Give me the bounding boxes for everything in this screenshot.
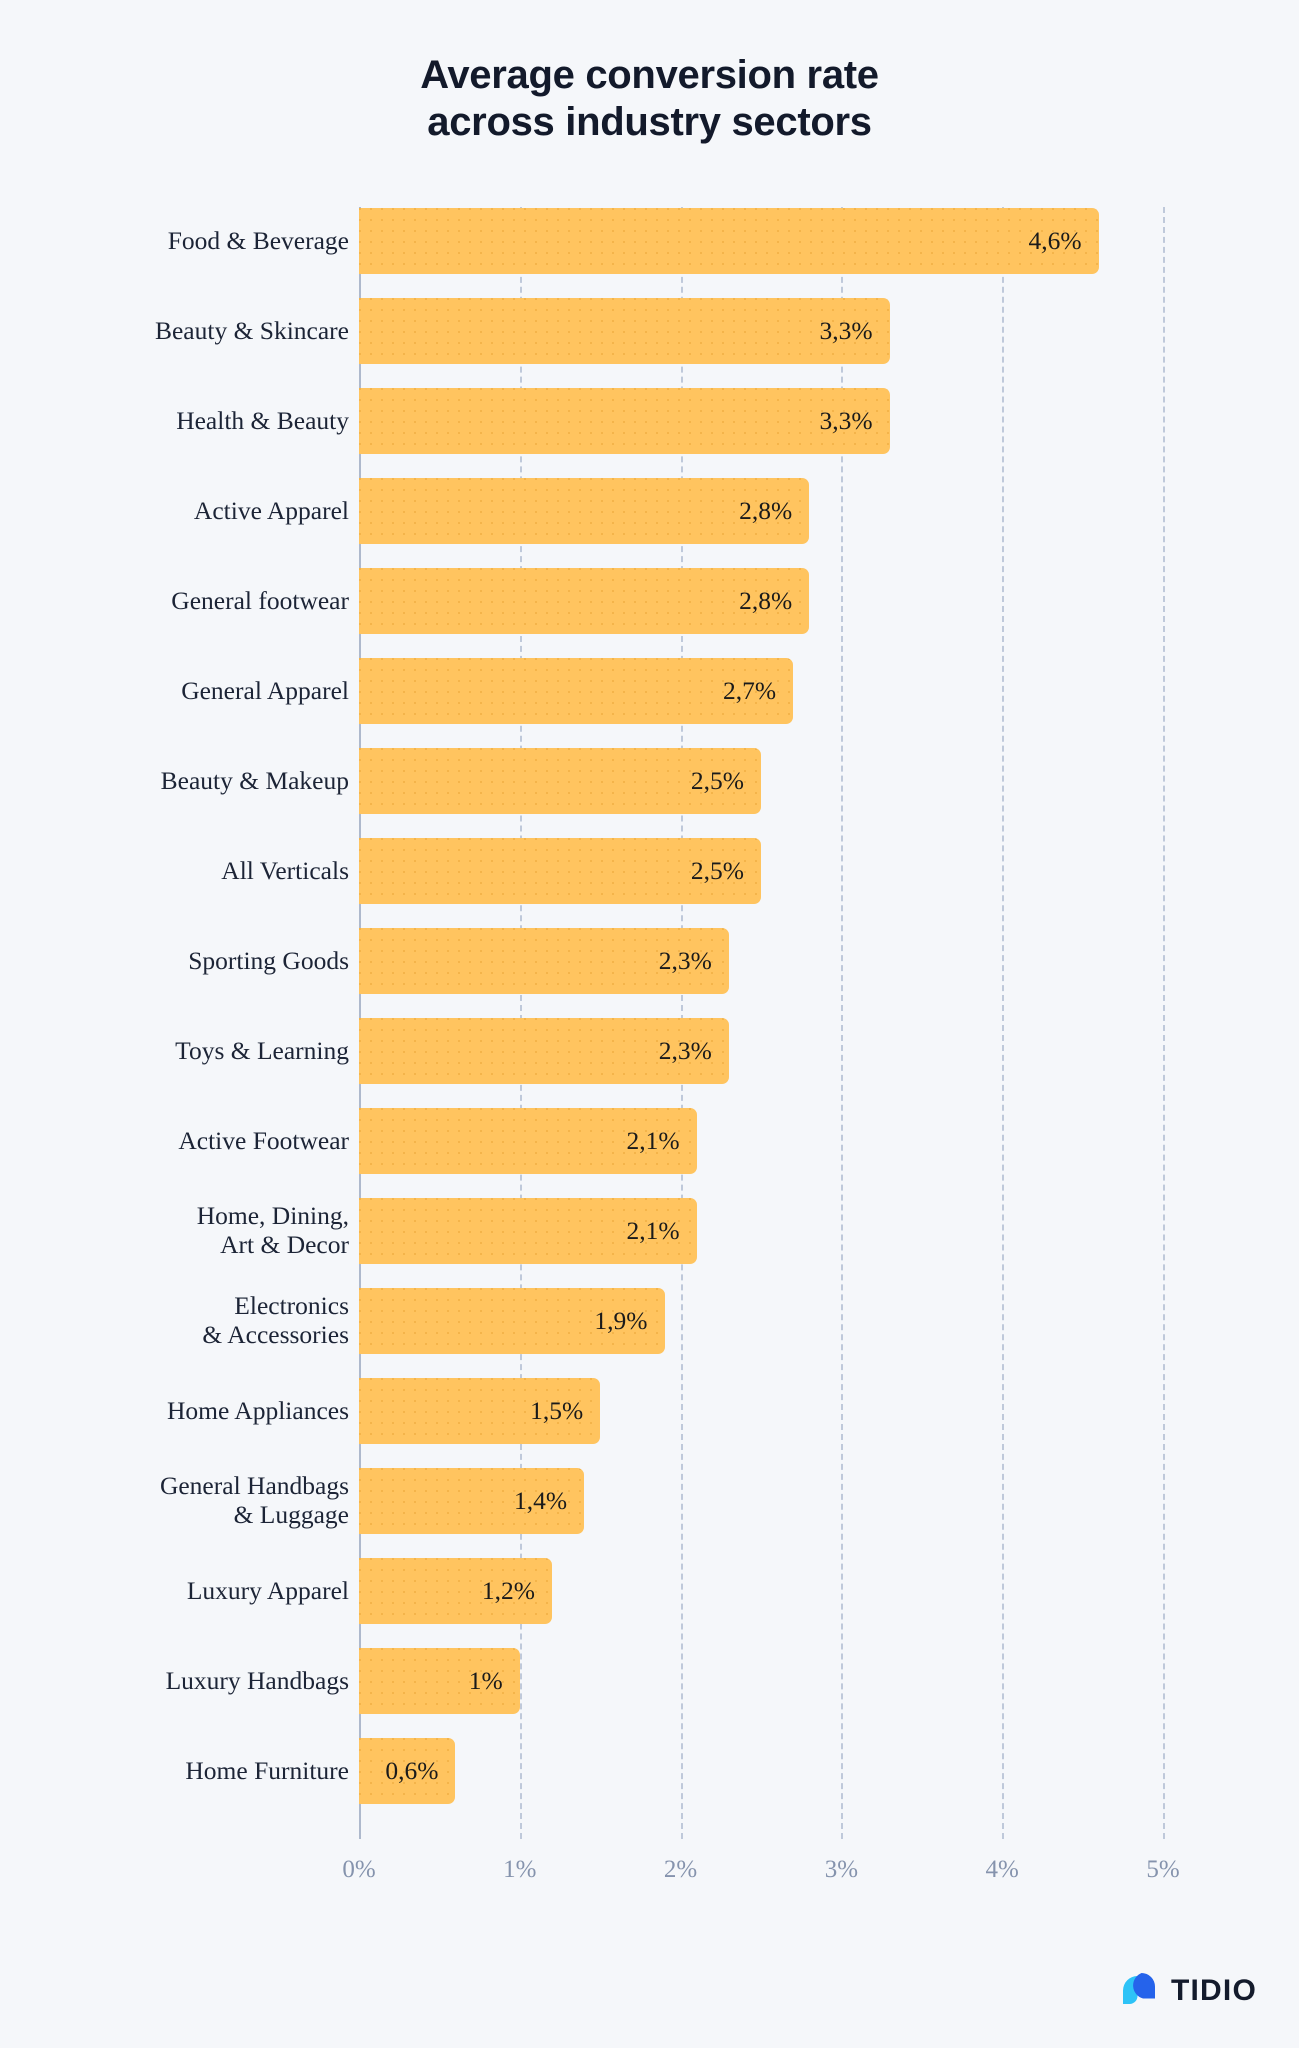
category-label: Active Footwear (178, 1125, 349, 1155)
x-axis-tick: 3% (824, 1856, 859, 1883)
category-label: All Verticals (221, 855, 349, 885)
category-label: Home Furniture (185, 1755, 349, 1785)
bar-value-label: 3,3% (819, 406, 873, 435)
category-label: Sporting Goods (188, 945, 349, 975)
category-label: General Handbags & Luggage (159, 1471, 349, 1529)
x-axis-tick: 5% (1146, 1856, 1180, 1883)
bar-row: Beauty & Makeup 2,5% (0, 748, 1299, 814)
category-label: Beauty & Skincare (154, 315, 349, 345)
category-label: Home, Dining, Art & Decor (196, 1201, 349, 1259)
bar-row: Active Footwear 2,1% (0, 1108, 1299, 1174)
bar-row: Beauty & Skincare 3,3% (0, 298, 1299, 364)
bar-row: Home, Dining, Art & Decor 2,1% (0, 1198, 1299, 1264)
bar[interactable]: 2,3% (359, 1018, 729, 1084)
bar-value-label: 1,4% (513, 1486, 568, 1515)
bar[interactable]: 3,3% (359, 298, 890, 364)
bar-row: Electronics & Accessories 1,9% (0, 1288, 1299, 1354)
category-label: General Apparel (181, 675, 349, 705)
bar-rows: Food & Beverage 4,6% Beauty & Skincare 3,3%… (0, 208, 1299, 1838)
bar-row: General footwear 2,8% (0, 568, 1299, 634)
tidio-chat-bubble-icon (1119, 1972, 1160, 2010)
bar[interactable]: 3,3% (359, 388, 890, 454)
bar-row: General Handbags & Luggage 1,4% (0, 1468, 1299, 1534)
tidio-logo-text: TIDIO (1171, 1974, 1257, 2007)
bar-value-label: 2,7% (723, 676, 777, 705)
bar-value-label: 2,8% (739, 496, 793, 525)
bar[interactable]: 2,5% (359, 748, 761, 814)
bar[interactable]: 2,8% (359, 478, 810, 544)
category-label: Food & Beverage (167, 225, 349, 255)
x-axis-tick: 0% (342, 1856, 376, 1883)
bar-value-label: 1,5% (530, 1396, 584, 1425)
bar-value-label: 1,9% (594, 1306, 648, 1335)
bar-value-label: 1% (468, 1666, 503, 1695)
bar-value-label: 2,5% (690, 856, 744, 885)
category-label: Health & Beauty (176, 405, 349, 435)
bar[interactable]: 1,5% (359, 1378, 601, 1444)
category-label: Electronics & Accessories (202, 1291, 349, 1349)
bar-row: Luxury Apparel 1,2% (0, 1558, 1299, 1624)
bar[interactable]: 1,2% (359, 1558, 552, 1624)
bar[interactable]: 2,8% (359, 568, 810, 634)
bar-row: General Apparel 2,7% (0, 658, 1299, 724)
category-label: Beauty & Makeup (160, 765, 349, 795)
bar-row: Sporting Goods 2,3% (0, 928, 1299, 994)
bar-value-label: 2,8% (739, 586, 793, 615)
bar[interactable]: 1,4% (359, 1468, 585, 1534)
category-label: Home Appliances (167, 1395, 349, 1425)
x-axis-tick: 1% (503, 1856, 537, 1883)
bar-row: Toys & Learning 2,3% (0, 1018, 1299, 1084)
bar[interactable]: 1% (359, 1648, 520, 1714)
bar-row: All Verticals 2,5% (0, 838, 1299, 904)
bar-value-label: 2,1% (626, 1126, 680, 1155)
bar-value-label: 4,6% (1028, 226, 1082, 255)
bar[interactable]: 0,6% (359, 1738, 456, 1804)
bar-chart: Food & Beverage 4,6% Beauty & Skincare 3,3%… (0, 0, 1299, 2048)
bar-value-label: 1,2% (481, 1576, 535, 1605)
tidio-logo[interactable]: TIDIO (1119, 1972, 1257, 2010)
chart-page: Average conversion rate across industry … (0, 0, 1299, 2048)
bar-value-label: 2,5% (690, 766, 744, 795)
bar-value-label: 2,3% (658, 946, 712, 975)
bar[interactable]: 2,5% (359, 838, 761, 904)
bar[interactable]: 2,1% (359, 1198, 697, 1264)
category-label: Luxury Apparel (186, 1575, 349, 1605)
x-axis-tick: 4% (985, 1856, 1019, 1883)
bar-row: Health & Beauty 3,3% (0, 388, 1299, 454)
bar-value-label: 3,3% (819, 316, 873, 345)
category-label: General footwear (171, 585, 349, 615)
bar-value-label: 0,6% (385, 1756, 439, 1785)
bar[interactable]: 2,1% (359, 1108, 697, 1174)
bar[interactable]: 2,7% (359, 658, 794, 724)
bar-row: Luxury Handbags 1% (0, 1648, 1299, 1714)
bar-row: Food & Beverage 4,6% (0, 208, 1299, 274)
bar-value-label: 2,3% (658, 1036, 712, 1065)
x-axis-tick: 2% (663, 1856, 698, 1883)
bar[interactable]: 1,9% (359, 1288, 665, 1354)
category-label: Toys & Learning (175, 1035, 349, 1065)
bar-value-label: 2,1% (626, 1216, 680, 1245)
bar-row: Home Furniture 0,6% (0, 1738, 1299, 1804)
category-label: Active Apparel (193, 495, 349, 525)
bar-row: Active Apparel 2,8% (0, 478, 1299, 544)
x-axis: 0% 1% 2% 3% 4% 5% (0, 1856, 1299, 1896)
bar[interactable]: 4,6% (359, 208, 1099, 274)
category-label: Luxury Handbags (165, 1665, 349, 1695)
bar-row: Home Appliances 1,5% (0, 1378, 1299, 1444)
bar[interactable]: 2,3% (359, 928, 729, 994)
